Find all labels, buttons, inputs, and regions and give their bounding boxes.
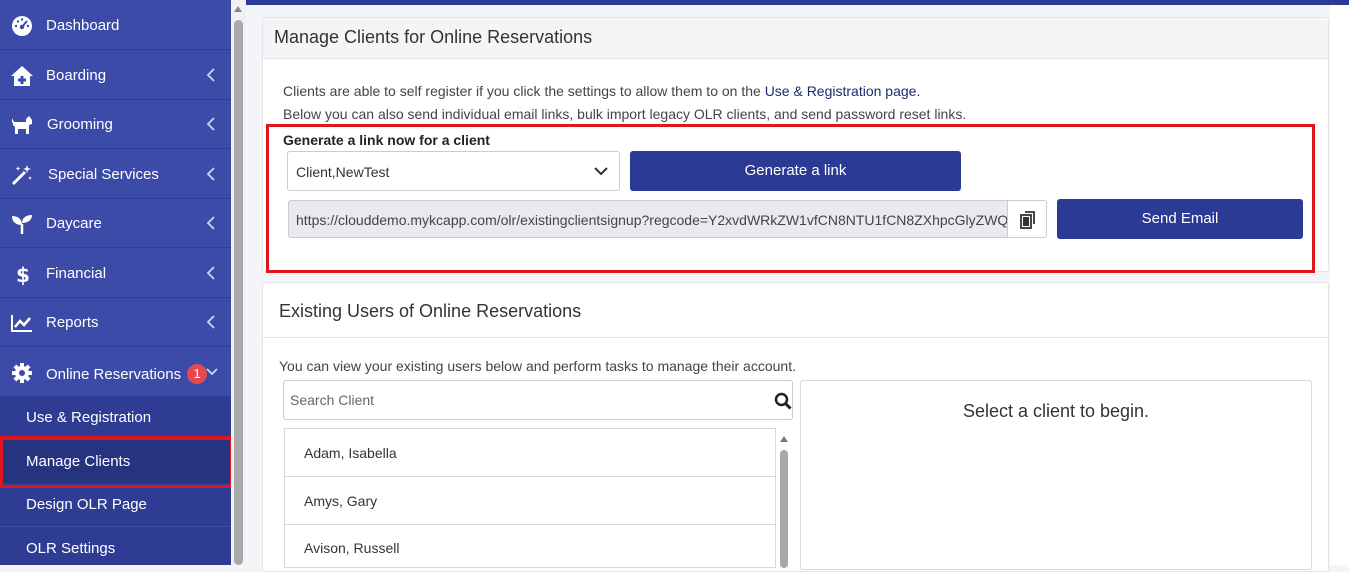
self-register-description: Clients are able to self register if you…	[283, 83, 920, 99]
generate-link-button[interactable]: Generate a link	[630, 151, 961, 191]
copy-link-button[interactable]	[1007, 200, 1047, 238]
sidebar-scrollbar[interactable]	[231, 0, 246, 565]
seedling-icon	[12, 215, 32, 234]
sidebar-item-label: Grooming	[47, 116, 113, 133]
sidebar-item-label: Reports	[46, 314, 99, 331]
client-list-item[interactable]: Adam, Isabella	[285, 429, 775, 477]
search-icon[interactable]	[774, 392, 792, 410]
sidebar-subitem-label: Design OLR Page	[26, 496, 147, 513]
client-select[interactable]: Client,NewTest	[287, 151, 620, 191]
page-right-gutter	[1330, 5, 1349, 565]
sidebar-subitem-label: Use & Registration	[26, 409, 152, 426]
panel-header: Manage Clients for Online Reservations	[263, 18, 1328, 59]
svg-text:$: $	[16, 263, 30, 285]
sidebar-item-reports[interactable]: Reports	[0, 298, 231, 347]
chevron-left-icon	[206, 68, 215, 82]
scroll-up-arrow-icon[interactable]	[780, 436, 788, 442]
client-name: Avison, Russell	[304, 540, 400, 556]
sidebar-item-label-text: Online Reservations	[46, 366, 182, 383]
search-client-box	[283, 380, 793, 420]
chevron-left-icon	[206, 315, 215, 329]
sidebar-item-label: Online Reservations 1	[46, 364, 208, 384]
chevron-left-icon	[206, 216, 215, 230]
sidebar-subitem-use-registration[interactable]: Use & Registration	[0, 396, 231, 440]
sidebar-item-boarding[interactable]: Boarding	[0, 51, 231, 100]
sidebar-subitem-label: OLR Settings	[26, 540, 116, 557]
sidebar-item-label: Special Services	[48, 166, 159, 183]
sidebar-subitem-olr-settings[interactable]: OLR Settings	[0, 527, 231, 565]
sidebar-item-dashboard[interactable]: Dashboard	[0, 1, 231, 50]
client-list-item[interactable]: Avison, Russell	[285, 524, 775, 567]
sidebar-item-label: Daycare	[46, 215, 102, 232]
sidebar-item-online-reservations[interactable]: Online Reservations 1	[0, 348, 231, 397]
client-name: Adam, Isabella	[304, 445, 397, 461]
generated-link-value: https://clouddemo.mykcapp.com/olr/existi…	[296, 212, 1008, 228]
generate-link-label: Generate a link now for a client	[283, 132, 490, 148]
generated-link-field[interactable]: https://clouddemo.mykcapp.com/olr/existi…	[288, 200, 1008, 238]
existing-users-description: You can view your existing users below a…	[279, 358, 796, 374]
client-select-value: Client,NewTest	[296, 164, 390, 180]
sidebar: Dashboard Boarding Grooming Special Serv…	[0, 0, 231, 565]
gear-icon	[12, 363, 32, 383]
sidebar-item-daycare[interactable]: Daycare	[0, 199, 231, 248]
chevron-down-icon	[594, 167, 608, 176]
chevron-left-icon	[206, 266, 215, 280]
sidebar-subitem-design-olr-page[interactable]: Design OLR Page	[0, 483, 231, 527]
panel-title: Existing Users of Online Reservations	[279, 301, 582, 321]
sidebar-subitem-manage-clients[interactable]: Manage Clients	[0, 440, 231, 484]
sidebar-item-label: Boarding	[46, 67, 107, 84]
sidebar-item-label: Dashboard	[46, 17, 120, 34]
line-chart-icon	[11, 315, 32, 332]
dollar-icon: $	[16, 263, 30, 285]
house-plus-icon	[11, 66, 33, 86]
client-list: Adam, Isabella Amys, Gary Avison, Russel…	[284, 428, 776, 568]
dog-icon	[12, 116, 32, 134]
panel-header: Existing Users of Online Reservations	[263, 283, 1328, 338]
chevron-left-icon	[206, 117, 215, 131]
client-list-item[interactable]: Amys, Gary	[285, 477, 775, 525]
sidebar-subitem-label: Manage Clients	[26, 453, 131, 470]
sidebar-item-financial[interactable]: $ Financial	[0, 249, 231, 298]
empty-state-message: Select a client to begin.	[962, 401, 1150, 421]
scrollbar-thumb[interactable]	[780, 450, 788, 568]
description-text: Clients are able to self register if you…	[283, 83, 765, 99]
client-list-scrollbar[interactable]	[778, 428, 790, 568]
search-client-input[interactable]	[284, 381, 772, 419]
scroll-up-arrow-icon[interactable]	[234, 6, 242, 12]
magic-wand-icon	[11, 165, 32, 186]
scrollbar-thumb[interactable]	[234, 20, 243, 565]
chevron-left-icon	[206, 167, 215, 181]
client-detail-pane: Select a client to begin.	[800, 380, 1312, 570]
chevron-down-icon	[206, 368, 218, 376]
client-name: Amys, Gary	[304, 493, 378, 509]
copy-icon	[1020, 211, 1035, 229]
sidebar-item-special-services[interactable]: Special Services	[0, 150, 231, 199]
bulk-description: Below you can also send individual email…	[283, 106, 967, 122]
use-registration-link[interactable]: Use & Registration page.	[765, 83, 921, 99]
sidebar-item-label: Financial	[46, 265, 107, 282]
panel-title: Manage Clients for Online Reservations	[274, 27, 593, 47]
sidebar-item-grooming[interactable]: Grooming	[0, 100, 231, 149]
send-email-button[interactable]: Send Email	[1057, 199, 1303, 239]
dashboard-gauge-icon	[12, 16, 32, 36]
